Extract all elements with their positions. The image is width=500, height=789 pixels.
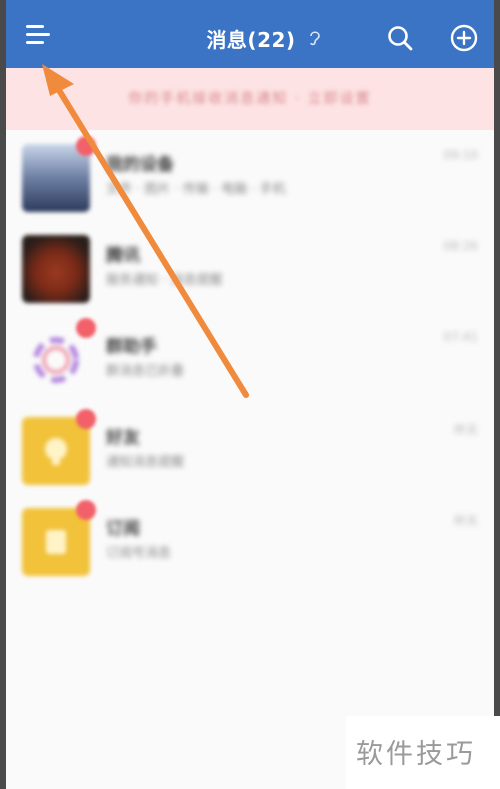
conversation-preview: 文件 · 图片 · 传输 · 电脑 · 手机	[106, 182, 286, 197]
list-item[interactable]: 群助手 群消息已折叠 07:41	[6, 312, 494, 403]
list-item[interactable]: 好友 通知消息提醒 昨天	[6, 403, 494, 494]
avatar	[22, 235, 90, 303]
banner-text: 你的手机接收消息通知 · 立即设置	[128, 91, 372, 107]
list-item[interactable]: 我的设备 文件 · 图片 · 传输 · 电脑 · 手机 09:10	[6, 130, 494, 221]
conversation-time: 07:41	[443, 330, 478, 344]
phone-screen: 消息(22) 你的手机接收消息通知 · 立即设置 我的设备 文件 · 图片 · …	[6, 0, 494, 789]
unread-badge	[76, 500, 96, 520]
conversation-time: 09:10	[443, 148, 478, 162]
watermark: 软件技巧	[356, 739, 476, 770]
conversation-list: 我的设备 文件 · 图片 · 传输 · 电脑 · 手机 09:10 腾讯 服务通…	[6, 130, 494, 585]
conversation-preview: 订阅号消息	[106, 546, 172, 561]
conversation-name: 好友	[106, 428, 140, 448]
conversation-name: 群助手	[106, 337, 157, 357]
notification-banner[interactable]: 你的手机接收消息通知 · 立即设置	[6, 68, 494, 130]
unread-badge	[76, 136, 96, 156]
conversation-name: 我的设备	[106, 155, 174, 175]
conversation-preview: 群消息已折叠	[106, 364, 185, 379]
conversation-time: 昨天	[453, 423, 478, 437]
top-bar: 消息(22)	[6, 0, 494, 68]
ear-icon[interactable]	[308, 30, 322, 46]
list-item[interactable]: 订阅 订阅号消息 昨天	[6, 494, 494, 585]
conversation-time: 08:26	[443, 239, 478, 253]
unread-badge	[76, 409, 96, 429]
conversation-name: 腾讯	[106, 246, 140, 266]
unread-badge	[76, 318, 96, 338]
search-icon[interactable]	[386, 24, 414, 52]
plus-icon[interactable]	[450, 24, 478, 52]
menu-icon[interactable]	[24, 22, 54, 48]
list-item[interactable]: 腾讯 服务通知 · 消息提醒 08:26	[6, 221, 494, 312]
conversation-preview: 通知消息提醒	[106, 455, 185, 470]
conversation-name: 订阅	[106, 519, 140, 539]
conversation-time: 昨天	[453, 514, 478, 528]
conversation-preview: 服务通知 · 消息提醒	[106, 273, 223, 288]
